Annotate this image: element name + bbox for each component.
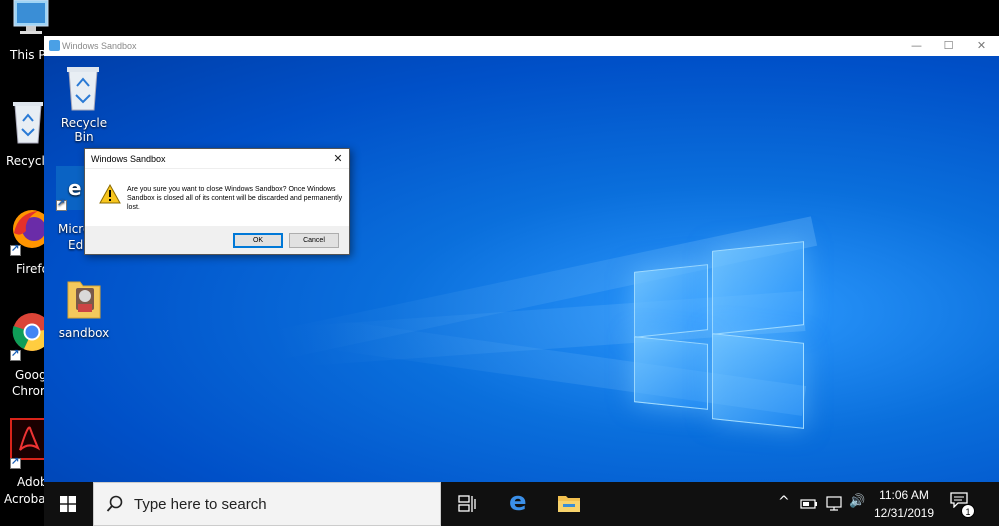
host-icon-chrome[interactable]: Goog Chron bbox=[0, 310, 50, 402]
host-icon-firefox[interactable]: Firefo bbox=[0, 205, 50, 277]
battery-icon[interactable] bbox=[800, 498, 818, 510]
dialog-footer: OK Cancel bbox=[85, 226, 349, 254]
host-icon-this-pc[interactable]: This P bbox=[0, 0, 49, 64]
sandbox-desktop: Recycle Bin e Micro Ed sandbox bbox=[44, 56, 999, 482]
clock-time: 11:06 AM bbox=[879, 488, 929, 502]
search-placeholder: Type here to search bbox=[134, 496, 267, 513]
edge-icon: e bbox=[68, 176, 82, 200]
window-title: Windows Sandbox bbox=[62, 41, 137, 51]
sandbox-app-icon bbox=[49, 40, 60, 51]
shortcut-arrow-icon bbox=[56, 198, 67, 211]
taskbar-clock[interactable]: 11:06 AM 12/31/2019 bbox=[870, 486, 938, 522]
dialog-titlebar[interactable]: Windows Sandbox ✕ bbox=[85, 149, 349, 169]
dialog-close-button[interactable]: ✕ bbox=[327, 149, 349, 169]
desktop-icon-label: Recycle Bin bbox=[60, 116, 108, 144]
search-icon bbox=[106, 495, 123, 512]
cancel-button[interactable]: Cancel bbox=[289, 233, 339, 248]
notification-count-badge: 1 bbox=[961, 504, 975, 518]
desktop-icon-label: sandbox bbox=[58, 326, 110, 340]
shortcut-arrow-icon bbox=[10, 456, 21, 469]
windows-start-icon bbox=[60, 496, 76, 512]
taskbar: Type here to search e ^ 🔊 11:06 AM 12/31… bbox=[44, 482, 999, 526]
minimize-button[interactable]: — bbox=[900, 36, 933, 56]
screen: This P Recycle Firefo bbox=[0, 0, 999, 526]
host-icon-recycle-bin[interactable]: Recycle bbox=[0, 96, 52, 170]
warning-icon bbox=[99, 184, 121, 204]
clock-date: 12/31/2019 bbox=[873, 506, 935, 520]
sandbox-window: Windows Sandbox — ☐ ✕ Recycle Bin e ↗ Mi… bbox=[44, 36, 999, 526]
recycle-bin-icon bbox=[13, 102, 43, 144]
file-explorer-icon bbox=[558, 496, 580, 512]
file-explorer-button[interactable] bbox=[544, 482, 592, 526]
action-center-button[interactable]: 1 bbox=[950, 492, 975, 518]
desktop-icon-label: Ed bbox=[68, 238, 84, 252]
shortcut-arrow-icon bbox=[10, 243, 21, 256]
edge-icon: e bbox=[509, 487, 527, 517]
dialog-message: Are you sure you want to close Windows S… bbox=[127, 186, 343, 211]
desktop-icon-recycle-bin[interactable]: Recycle Bin bbox=[50, 62, 118, 144]
search-box[interactable]: Type here to search bbox=[93, 482, 441, 526]
recycle-bin-icon bbox=[67, 67, 99, 111]
shortcut-arrow-icon bbox=[10, 348, 21, 361]
close-sandbox-dialog: Windows Sandbox ✕ Are you sure you want … bbox=[84, 148, 350, 255]
host-icon-acrobat[interactable]: Adob Acroba bbox=[0, 416, 48, 510]
start-button[interactable] bbox=[44, 482, 92, 526]
folder-icon bbox=[67, 281, 101, 319]
acrobat-icon bbox=[10, 418, 46, 460]
volume-icon[interactable]: 🔊 bbox=[849, 494, 865, 509]
close-button[interactable]: ✕ bbox=[965, 36, 998, 56]
ok-button[interactable]: OK bbox=[233, 233, 283, 248]
task-view-button[interactable] bbox=[442, 482, 490, 526]
dialog-title: Windows Sandbox bbox=[91, 154, 166, 164]
edge-taskbar-button[interactable]: e bbox=[494, 482, 542, 526]
maximize-button[interactable]: ☐ bbox=[932, 36, 965, 56]
desktop-icon-sandbox-folder[interactable]: sandbox bbox=[50, 272, 118, 344]
network-icon[interactable] bbox=[825, 496, 843, 512]
task-view-icon bbox=[458, 495, 476, 512]
computer-icon bbox=[13, 0, 49, 34]
dialog-body: Are you sure you want to close Windows S… bbox=[85, 169, 349, 226]
window-titlebar[interactable]: Windows Sandbox — ☐ ✕ bbox=[44, 36, 999, 56]
show-hidden-icons-button[interactable]: ^ bbox=[778, 494, 790, 510]
